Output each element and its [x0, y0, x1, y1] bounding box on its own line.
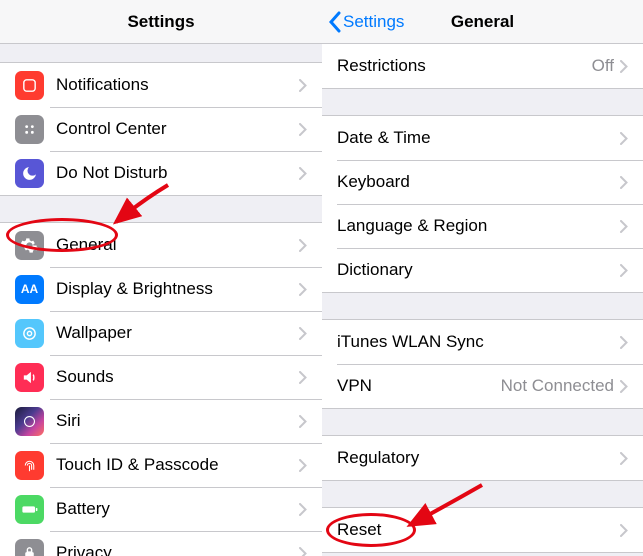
- general-pane: Settings General Restrictions Off Date &…: [322, 0, 643, 556]
- settings-pane: Settings Notifications Control Center Do…: [0, 0, 322, 556]
- touch-id-icon: [15, 451, 44, 480]
- chevron-right-icon: [299, 327, 307, 340]
- page-title: General: [451, 12, 514, 32]
- general-scroll[interactable]: Restrictions Off Date & Time Keyboard La…: [322, 44, 643, 556]
- row-label: Privacy: [56, 543, 299, 556]
- row-control-center[interactable]: Control Center: [0, 107, 322, 151]
- row-regulatory[interactable]: Regulatory: [322, 436, 643, 480]
- chevron-right-icon: [299, 371, 307, 384]
- general-icon: [15, 231, 44, 260]
- chevron-right-icon: [299, 459, 307, 472]
- row-privacy[interactable]: Privacy: [0, 531, 322, 556]
- chevron-right-icon: [299, 547, 307, 556]
- general-group-4: Regulatory: [322, 435, 643, 481]
- chevron-right-icon: [620, 132, 628, 145]
- chevron-right-icon: [620, 524, 628, 537]
- row-label: Wallpaper: [56, 323, 299, 343]
- row-date-time[interactable]: Date & Time: [322, 116, 643, 160]
- chevron-right-icon: [299, 503, 307, 516]
- navbar-general: Settings General: [322, 0, 643, 44]
- row-label: Battery: [56, 499, 299, 519]
- chevron-right-icon: [620, 176, 628, 189]
- row-label: Display & Brightness: [56, 279, 299, 299]
- sounds-icon: [15, 363, 44, 392]
- row-label: Date & Time: [337, 128, 620, 148]
- chevron-right-icon: [620, 60, 628, 73]
- general-group-5: Reset: [322, 507, 643, 553]
- chevron-right-icon: [620, 380, 628, 393]
- row-do-not-disturb[interactable]: Do Not Disturb: [0, 151, 322, 195]
- row-reset[interactable]: Reset: [322, 508, 643, 552]
- privacy-icon: [15, 539, 44, 556]
- row-label: Notifications: [56, 75, 299, 95]
- do-not-disturb-icon: [15, 159, 44, 188]
- row-battery[interactable]: Battery: [0, 487, 322, 531]
- row-label: Keyboard: [337, 172, 620, 192]
- wallpaper-icon: [15, 319, 44, 348]
- row-value: Off: [592, 56, 614, 76]
- row-value: Not Connected: [501, 376, 614, 396]
- row-touch-id[interactable]: Touch ID & Passcode: [0, 443, 322, 487]
- control-center-icon: [15, 115, 44, 144]
- back-label: Settings: [343, 12, 404, 32]
- row-restrictions[interactable]: Restrictions Off: [322, 44, 643, 88]
- row-display-brightness[interactable]: AA Display & Brightness: [0, 267, 322, 311]
- row-language-region[interactable]: Language & Region: [322, 204, 643, 248]
- general-group-3: iTunes WLAN Sync VPN Not Connected: [322, 319, 643, 409]
- row-label: iTunes WLAN Sync: [337, 332, 620, 352]
- row-label: Language & Region: [337, 216, 620, 236]
- row-label: General: [56, 235, 299, 255]
- settings-group-2: General AA Display & Brightness Wallpape…: [0, 222, 322, 556]
- general-group-1: Restrictions Off: [322, 44, 643, 89]
- chevron-right-icon: [299, 79, 307, 92]
- siri-icon: [15, 407, 44, 436]
- back-button[interactable]: Settings: [328, 0, 404, 43]
- battery-icon: [15, 495, 44, 524]
- row-siri[interactable]: Siri: [0, 399, 322, 443]
- display-brightness-icon: AA: [15, 275, 44, 304]
- chevron-right-icon: [299, 167, 307, 180]
- chevron-right-icon: [620, 220, 628, 233]
- row-wallpaper[interactable]: Wallpaper: [0, 311, 322, 355]
- chevron-right-icon: [299, 283, 307, 296]
- chevron-right-icon: [299, 415, 307, 428]
- row-label: Regulatory: [337, 448, 620, 468]
- row-label: Dictionary: [337, 260, 620, 280]
- chevron-left-icon: [328, 11, 341, 33]
- row-dictionary[interactable]: Dictionary: [322, 248, 643, 292]
- settings-group-1: Notifications Control Center Do Not Dist…: [0, 62, 322, 196]
- row-itunes-wlan-sync[interactable]: iTunes WLAN Sync: [322, 320, 643, 364]
- row-label: Reset: [337, 520, 620, 540]
- row-label: Siri: [56, 411, 299, 431]
- row-label: Touch ID & Passcode: [56, 455, 299, 475]
- row-notifications[interactable]: Notifications: [0, 63, 322, 107]
- page-title: Settings: [127, 12, 194, 32]
- chevron-right-icon: [620, 336, 628, 349]
- row-label: Do Not Disturb: [56, 163, 299, 183]
- chevron-right-icon: [620, 452, 628, 465]
- row-sounds[interactable]: Sounds: [0, 355, 322, 399]
- general-group-2: Date & Time Keyboard Language & Region D…: [322, 115, 643, 293]
- row-label: Control Center: [56, 119, 299, 139]
- chevron-right-icon: [299, 123, 307, 136]
- row-vpn[interactable]: VPN Not Connected: [322, 364, 643, 408]
- notifications-icon: [15, 71, 44, 100]
- chevron-right-icon: [620, 264, 628, 277]
- row-keyboard[interactable]: Keyboard: [322, 160, 643, 204]
- row-label: Sounds: [56, 367, 299, 387]
- row-label: VPN: [337, 376, 501, 396]
- row-label: Restrictions: [337, 56, 592, 76]
- chevron-right-icon: [299, 239, 307, 252]
- navbar-settings: Settings: [0, 0, 322, 44]
- row-general[interactable]: General: [0, 223, 322, 267]
- settings-scroll[interactable]: Notifications Control Center Do Not Dist…: [0, 44, 322, 556]
